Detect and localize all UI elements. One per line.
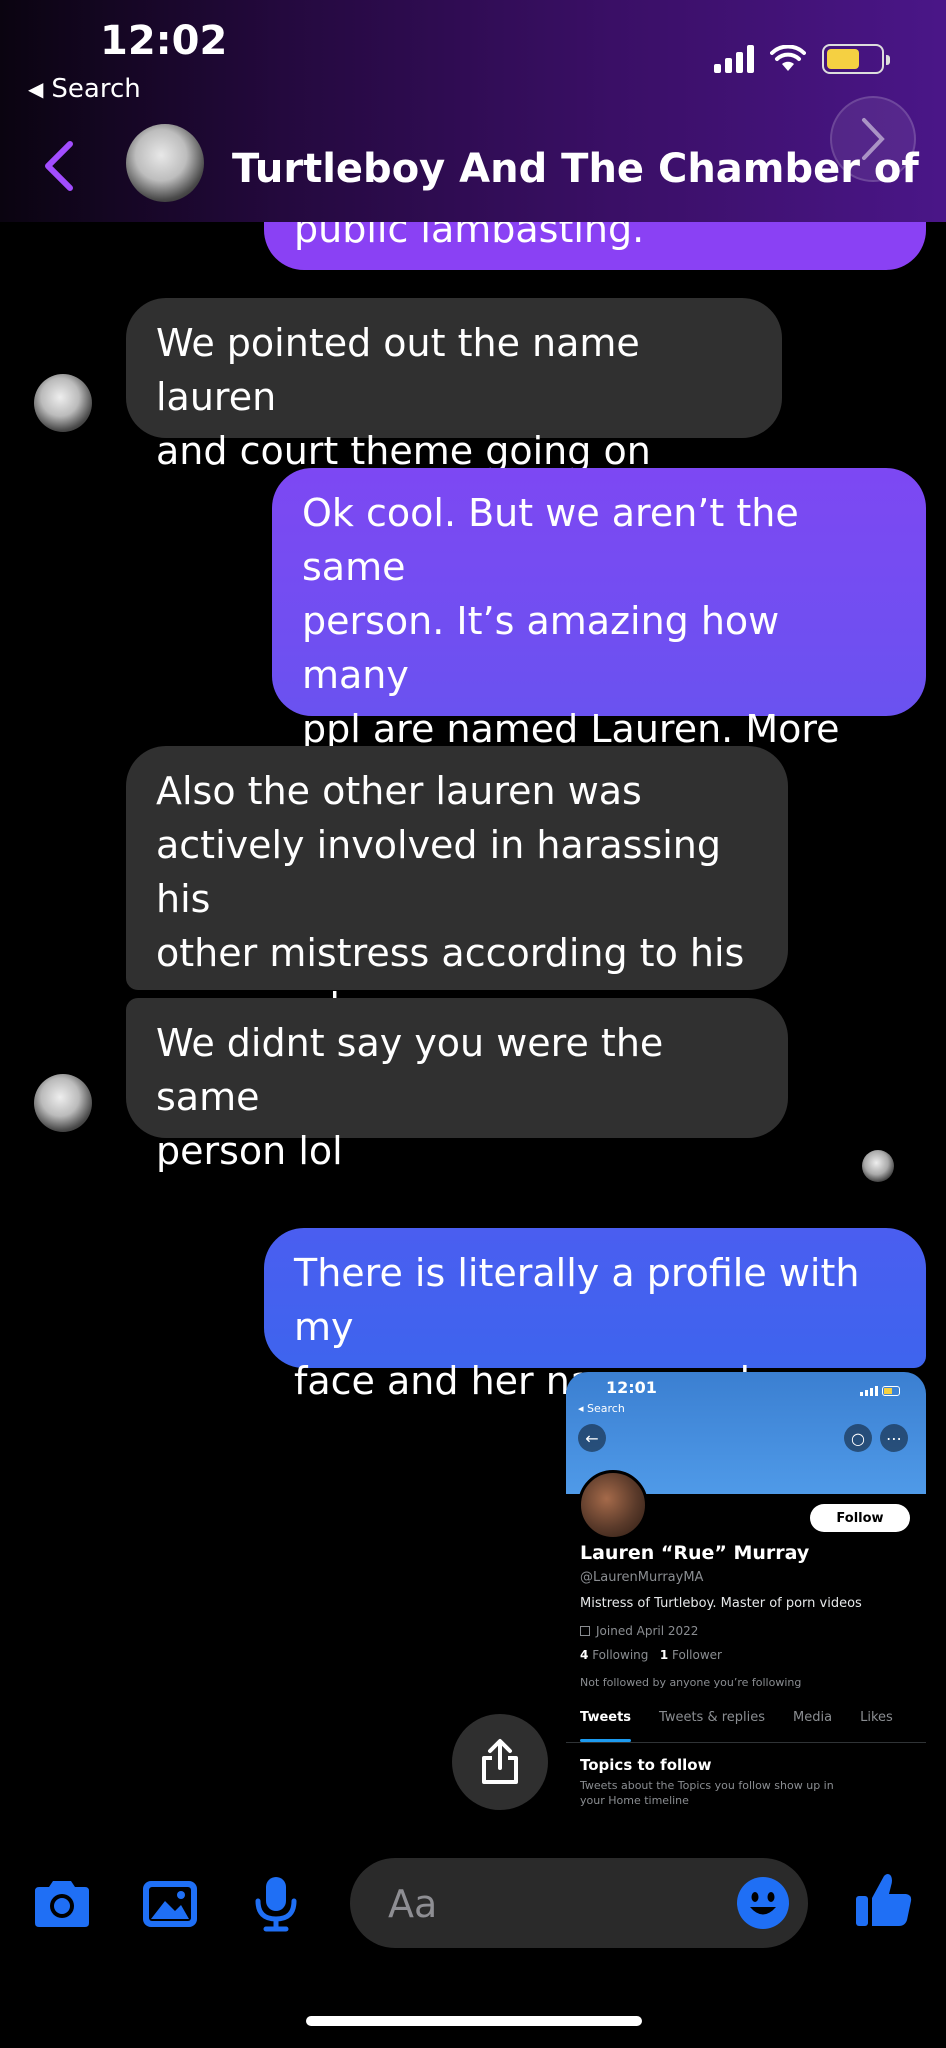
- tab-media: Media: [793, 1710, 833, 1725]
- message-bubble-outgoing[interactable]: Ok cool. But we aren’t the same person. …: [272, 468, 926, 805]
- message-bubble-incoming[interactable]: Also the other lauren was actively invol…: [126, 746, 788, 1029]
- tab-tweets-replies: Tweets & replies: [659, 1710, 766, 1725]
- profile-joined: Joined April 2022: [580, 1624, 698, 1638]
- back-arrow-icon: ←: [578, 1424, 606, 1452]
- like-button[interactable]: [852, 1868, 916, 1932]
- profile-bio: Mistress of Turtleboy. Master of porn vi…: [580, 1596, 862, 1611]
- share-button[interactable]: [452, 1714, 548, 1810]
- tab-likes: Likes: [860, 1710, 893, 1725]
- home-indicator: [306, 2016, 642, 2026]
- back-search-label: Search: [51, 74, 141, 104]
- voice-button[interactable]: [244, 1872, 308, 1936]
- sender-avatar[interactable]: [34, 374, 92, 432]
- status-time: 12:02: [100, 18, 228, 64]
- thumbs-up-icon: [856, 1874, 912, 1926]
- chevron-right-icon[interactable]: [830, 96, 916, 182]
- chat-title[interactable]: Turtleboy And The Chamber of Se...: [232, 146, 932, 192]
- message-bubble-incoming[interactable]: We didnt say you were the same person lo…: [126, 998, 788, 1173]
- sender-avatar[interactable]: [34, 1074, 92, 1132]
- message-input-container[interactable]: [350, 1858, 808, 1948]
- emoji-icon: [737, 1877, 789, 1929]
- message-bubble-incoming[interactable]: We pointed out the name lauren and court…: [126, 298, 782, 473]
- calendar-icon: [580, 1626, 590, 1636]
- profile-follow-counts: 4 Following 1 Follower: [580, 1648, 722, 1662]
- photo-icon: [143, 1881, 197, 1927]
- profile-tabs: Tweets Tweets & replies Media Likes: [566, 1702, 926, 1743]
- follow-button: Follow: [810, 1504, 910, 1532]
- profile-avatar: [578, 1470, 648, 1540]
- read-receipt-avatar: [862, 1150, 894, 1182]
- microphone-icon: [255, 1877, 297, 1932]
- attachment-status-time: 12:01: [606, 1378, 657, 1397]
- search-icon: ○: [844, 1424, 872, 1452]
- wifi-icon: [770, 45, 806, 71]
- topics-title: Topics to follow: [580, 1756, 712, 1774]
- message-bubble-outgoing[interactable]: There is literally a profile with my fac…: [264, 1228, 926, 1403]
- system-status-icons: [714, 44, 890, 74]
- attachment-status-icons: [860, 1386, 900, 1396]
- chat-header: 12:02 ◀ Search Turtleboy And The Chamber…: [0, 0, 946, 222]
- back-to-search-link[interactable]: ◀ Search: [28, 74, 141, 104]
- profile-not-followed: Not followed by anyone you’re following: [580, 1676, 802, 1689]
- topics-description: Tweets about the Topics you follow show …: [580, 1779, 834, 1807]
- message-input[interactable]: [386, 1874, 710, 1934]
- tab-tweets: Tweets: [566, 1702, 645, 1742]
- battery-icon: [822, 44, 890, 74]
- more-icon: ⋯: [880, 1424, 908, 1452]
- share-icon: [482, 1739, 518, 1784]
- image-attachment[interactable]: 12:01 ◂ Search ← ○ ⋯ Follow Lauren “Rue”…: [566, 1372, 926, 1840]
- gallery-button[interactable]: [138, 1872, 202, 1936]
- profile-name: Lauren “Rue” Murray: [580, 1542, 810, 1564]
- camera-button[interactable]: [30, 1872, 94, 1936]
- profile-handle: @LaurenMurrayMA: [580, 1570, 704, 1585]
- cellular-signal-icon: [714, 45, 754, 73]
- attachment-back-search: ◂ Search: [578, 1402, 625, 1415]
- back-triangle-icon: ◀: [28, 77, 44, 101]
- emoji-button[interactable]: [736, 1876, 790, 1930]
- chat-avatar[interactable]: [126, 124, 204, 202]
- back-chevron-icon[interactable]: [40, 140, 76, 202]
- camera-icon: [35, 1881, 89, 1927]
